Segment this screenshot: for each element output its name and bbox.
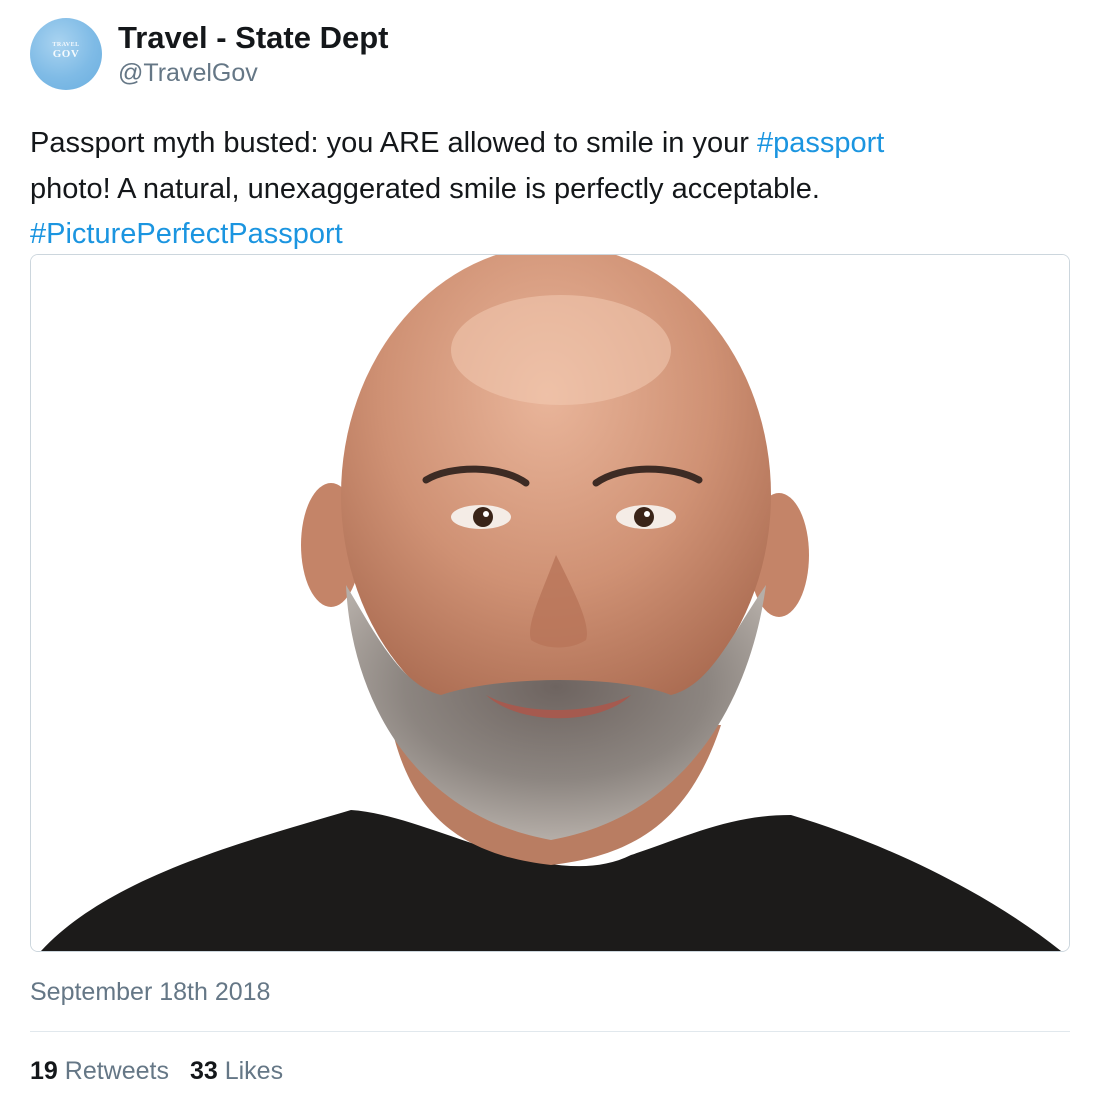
divider bbox=[30, 1031, 1070, 1032]
hashtag-passport-link[interactable]: #passport bbox=[757, 127, 884, 159]
tweet-text-line-1: Passport myth busted: you ARE allowed to… bbox=[30, 121, 1070, 167]
travel-gov-logo-icon: TRAVEL GOV bbox=[30, 42, 102, 60]
tweet-stats: 19 Retweets 33 Likes bbox=[30, 1057, 283, 1086]
author-display-name[interactable]: Travel - State Dept bbox=[118, 20, 388, 56]
retweets-label: Retweets bbox=[64, 1057, 169, 1085]
retweets-stat[interactable]: 19 Retweets bbox=[30, 1057, 169, 1086]
tweet-media-photo[interactable] bbox=[30, 254, 1070, 952]
likes-stat[interactable]: 33 Likes bbox=[190, 1057, 283, 1086]
hashtag-picture-perfect-passport-link[interactable]: #PicturePerfectPassport bbox=[30, 218, 343, 250]
tweet-text-line-2: photo! A natural, unexaggerated smile is… bbox=[30, 172, 820, 205]
likes-count: 33 bbox=[189, 1057, 218, 1085]
passport-photo-image bbox=[31, 255, 1069, 951]
tweet-text-line-3: #PicturePerfectPassport bbox=[30, 212, 1070, 258]
avatar[interactable]: TRAVEL GOV bbox=[30, 18, 102, 90]
tweet-text-part: Passport myth busted: you ARE allowed to… bbox=[30, 127, 757, 159]
retweets-count: 19 bbox=[30, 1057, 58, 1085]
tweet-text: Passport myth busted: you ARE allowed to… bbox=[30, 121, 1070, 258]
author-handle[interactable]: @TravelGov bbox=[118, 59, 258, 88]
likes-label: Likes bbox=[224, 1057, 284, 1085]
avatar-logo-line2: GOV bbox=[52, 48, 80, 60]
tweet-card: TRAVEL GOV Travel - State Dept @TravelGo… bbox=[0, 0, 1098, 1104]
tweet-timestamp[interactable]: September 18th 2018 bbox=[30, 978, 270, 1007]
